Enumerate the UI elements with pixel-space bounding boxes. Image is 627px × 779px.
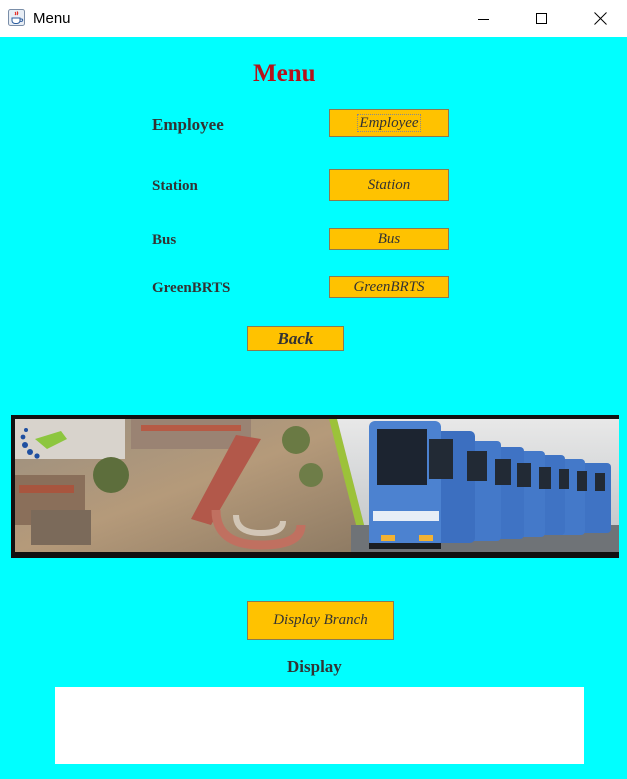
window-title: Menu xyxy=(33,10,71,27)
display-output-area[interactable] xyxy=(55,687,584,764)
green-brts-button[interactable]: GreenBRTS xyxy=(329,276,449,298)
maximize-icon xyxy=(536,12,547,24)
bus-button[interactable]: Bus xyxy=(329,228,449,250)
station-button-label: Station xyxy=(367,176,411,193)
minimize-button[interactable] xyxy=(455,0,513,37)
java-cup-icon xyxy=(8,9,25,26)
employee-button-label: Employee xyxy=(357,114,421,132)
employee-button[interactable]: Employee xyxy=(329,109,449,137)
station-label: Station xyxy=(152,178,198,194)
employee-label: Employee xyxy=(152,115,224,134)
close-icon xyxy=(593,12,607,25)
back-button[interactable]: Back xyxy=(247,326,344,351)
back-button-label: Back xyxy=(277,328,314,348)
brts-banner-image xyxy=(11,415,619,558)
green-brts-button-label: GreenBRTS xyxy=(353,278,425,295)
display-label: Display xyxy=(287,657,342,676)
station-button[interactable]: Station xyxy=(329,169,449,201)
display-branch-button[interactable]: Display Branch xyxy=(247,601,394,640)
green-brts-label: GreenBRTS xyxy=(152,280,231,296)
page-title: Menu xyxy=(253,60,316,87)
bus-button-label: Bus xyxy=(377,230,401,247)
bus-label: Bus xyxy=(152,232,177,248)
close-button[interactable] xyxy=(571,0,627,37)
minimize-icon xyxy=(478,18,489,20)
maximize-button[interactable] xyxy=(513,0,571,37)
window-titlebar[interactable]: Menu xyxy=(0,0,627,37)
display-branch-button-label: Display Branch xyxy=(273,612,368,628)
